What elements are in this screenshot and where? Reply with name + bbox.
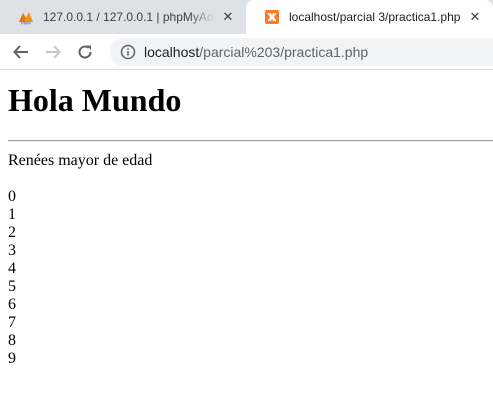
url-path: /parcial%203/practica1.php bbox=[199, 43, 369, 60]
reload-button[interactable] bbox=[74, 41, 96, 63]
page-title: Hola Mundo bbox=[8, 82, 182, 118]
svg-text:PMA: PMA bbox=[21, 21, 32, 26]
list-item: 8 bbox=[8, 331, 16, 349]
tab-practica1[interactable]: localhost/parcial 3/practica1.php ✕ bbox=[246, 0, 493, 34]
reload-icon bbox=[78, 45, 92, 59]
list-item: 0 bbox=[8, 187, 16, 205]
tab-phpmyadmin[interactable]: PMA 127.0.0.1 / 127.0.0.1 | phpMyAdmin ✕ bbox=[0, 0, 246, 34]
list-item: 2 bbox=[8, 223, 16, 241]
divider bbox=[8, 139, 493, 142]
forward-button[interactable] bbox=[42, 41, 64, 63]
number-list: 0 1 2 3 4 5 6 7 8 9 bbox=[8, 188, 485, 368]
tab-strip: PMA 127.0.0.1 / 127.0.0.1 | phpMyAdmin ✕… bbox=[0, 0, 493, 34]
tab-title: localhost/parcial 3/practica1.php bbox=[289, 10, 461, 24]
tab-title: 127.0.0.1 / 127.0.0.1 | phpMyAdmin bbox=[43, 10, 214, 24]
list-item: 6 bbox=[8, 295, 16, 313]
list-item: 1 bbox=[8, 205, 16, 223]
close-icon[interactable]: ✕ bbox=[220, 9, 236, 25]
phpmyadmin-icon: PMA bbox=[19, 12, 33, 26]
arrow-right-icon bbox=[46, 44, 61, 59]
page-content: Hola Mundo Renées mayor de edad 0 1 2 3 … bbox=[0, 82, 493, 368]
list-item: 4 bbox=[8, 259, 16, 277]
info-icon[interactable] bbox=[120, 44, 136, 60]
list-item: 5 bbox=[8, 277, 16, 295]
list-item: 7 bbox=[8, 313, 16, 331]
url-host: localhost bbox=[144, 43, 200, 60]
age-message: Renées mayor de edad bbox=[8, 151, 153, 169]
xampp-icon bbox=[265, 10, 279, 24]
browser-toolbar: localhost/parcial%203/practica1.php bbox=[0, 34, 493, 70]
address-bar[interactable]: localhost/parcial%203/practica1.php bbox=[110, 37, 493, 66]
list-item: 9 bbox=[8, 349, 16, 367]
arrow-left-icon bbox=[13, 44, 28, 59]
back-button[interactable] bbox=[10, 41, 32, 63]
close-icon[interactable]: ✕ bbox=[467, 9, 483, 25]
list-item: 3 bbox=[8, 241, 16, 259]
